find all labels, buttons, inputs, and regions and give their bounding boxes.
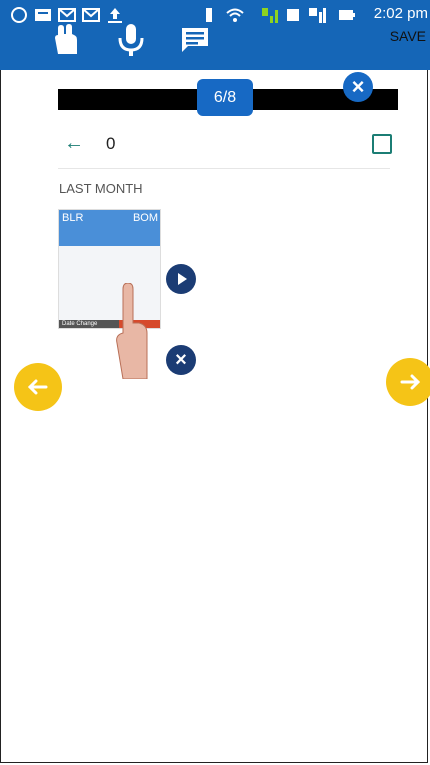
signal-icon [287,9,299,21]
play-icon[interactable] [166,264,196,294]
page-counter: 6/8 [197,79,253,116]
arrow-right-icon[interactable] [386,358,430,406]
chat-icon[interactable] [180,24,210,56]
battery-icon [339,10,355,20]
arrow-left-icon[interactable] [14,363,62,411]
thumbnail-to: BOM [132,212,158,224]
thumbnail-footer-label: Date Change [62,321,98,327]
whatsapp-icon [11,7,27,23]
save-button[interactable]: SAVE [390,28,426,44]
close-icon[interactable]: × [343,72,373,102]
message-icon [35,9,51,21]
hand-pointer-icon [116,283,148,379]
thumbnail-header: BLR BOM [59,210,160,246]
gmail-icon [58,8,76,22]
close-icon[interactable]: × [166,345,196,375]
mic-icon[interactable] [116,24,146,56]
status-bar: 2:02 pm SAVE [0,0,430,70]
wifi-icon [226,8,244,22]
divider [58,168,390,169]
signal-icon [262,8,278,23]
status-time: 2:02 pm [373,5,428,22]
selection-count: 0 [106,134,116,153]
checkbox-icon[interactable] [372,134,392,154]
vibrate-icon [206,8,212,22]
signal-icon [309,8,326,23]
thumbnail-from: BLR [62,212,84,224]
upload-icon [108,8,122,23]
gmail-icon [82,8,100,22]
hand-icon[interactable] [50,24,80,56]
back-arrow-icon[interactable]: ← [64,132,84,155]
section-title: LAST MONTH [59,181,143,196]
